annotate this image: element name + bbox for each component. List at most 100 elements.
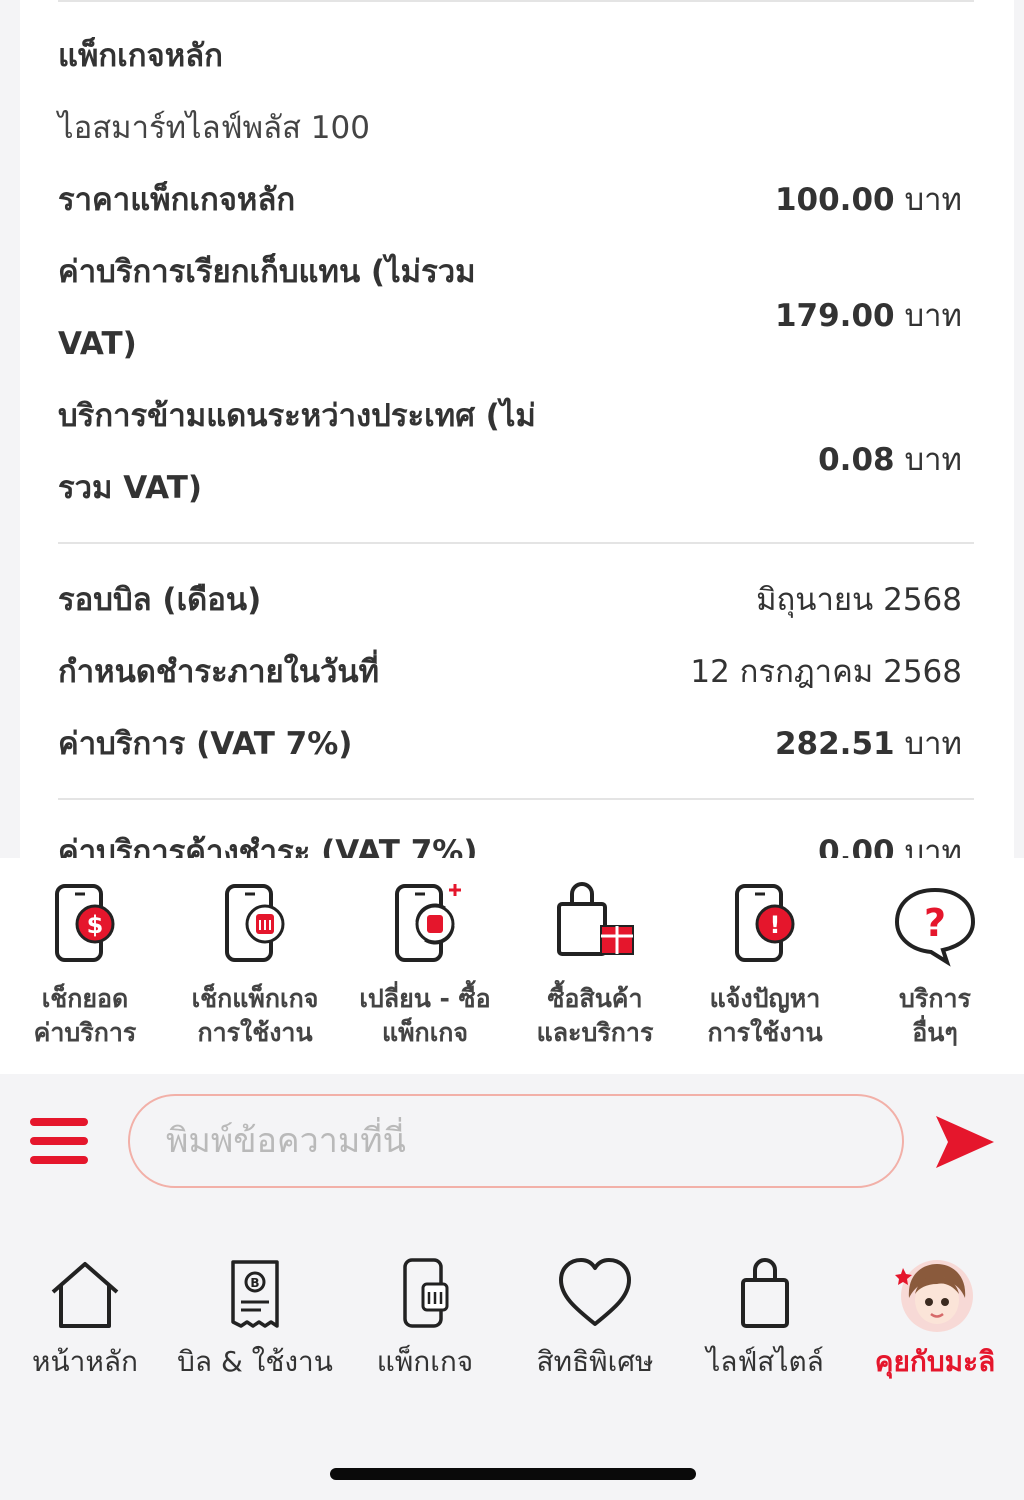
quick-check-package[interactable]: เช็กแพ็กเกจ การใช้งาน [170,858,340,1074]
quick-label: บริการ อื่นๆ [850,982,1020,1050]
chat-message-input[interactable] [128,1094,904,1188]
quick-label: เช็กยอด ค่าบริการ [0,982,170,1050]
billing-cycle-label: รอบบิล (เดือน) [58,582,262,618]
nav-package[interactable]: แพ็กเกจ [340,1244,510,1384]
svg-text:?: ? [924,901,946,945]
svg-text:$: $ [87,911,104,939]
quick-change-package[interactable]: เปลี่ยน - ซื้อ แพ็กเกจ [340,858,510,1074]
label-line1: ค่าบริการเรียกเก็บแทน (ไม่รวม [58,254,476,290]
hamburger-line [30,1156,88,1164]
home-indicator [330,1468,696,1480]
unit: บาท [904,726,962,762]
label-line1: แจ้งปัญหา [709,984,821,1013]
hamburger-line [30,1137,88,1145]
quick-label: แจ้งปัญหา การใช้งาน [680,982,850,1050]
due-date-value: 12 กรกฎาคม 2568 [690,654,962,690]
label-line2: รวม VAT) [58,470,203,506]
due-date-row: กำหนดชำระภายในวันที่ 12 กรกฎาคม 2568 [58,636,962,708]
home-icon [51,1262,119,1328]
quick-label: ซื้อสินค้า และบริการ [510,982,680,1050]
main-package-price-row: ราคาแพ็กเกจหลัก 100.00 บาท [58,164,962,236]
nav-label: หน้าหลัก [32,1345,138,1378]
nav-label: แพ็กเกจ [376,1345,474,1378]
billing-cycle-value: มิถุนายน 2568 [756,582,962,618]
nav-label: บิล & ใช้งาน [177,1345,333,1378]
unit: บาท [904,182,962,218]
billing-on-behalf-label: ค่าบริการเรียกเก็บแทน (ไม่รวม VAT) [58,236,618,380]
hamburger-line [30,1118,88,1126]
billing-on-behalf-value: 179.00 บาท [775,290,962,340]
divider [58,0,974,2]
divider [58,542,974,544]
label-line2: แพ็กเกจ [381,1018,469,1047]
quick-report-problem[interactable]: ! แจ้งปัญหา การใช้งาน [680,858,850,1074]
nav-label: คุยกับมะลิ [874,1345,996,1378]
billing-cycle-row: รอบบิล (เดือน) มิถุนายน 2568 [58,564,962,636]
outstanding-row: ค่าบริการค้างชำระ (VAT 7%) 0.00 บาท [58,816,962,858]
svg-text:B: B [250,1276,259,1290]
bottom-navigation: หน้าหลัก B บิล & ใช้งาน แพ็กเกจ สิทธิพิเ… [0,1214,1024,1500]
mali-avatar-icon [895,1260,973,1332]
send-icon[interactable] [932,1112,996,1172]
shopping-bag-gift-icon [557,882,634,956]
bag-icon [741,1258,789,1328]
main-package-name: ไอสมาร์ทไลฟ์พลัส 100 [58,110,370,146]
nav-lifestyle[interactable]: ไลฟ์สไตล์ [680,1244,850,1384]
service-charge-label: ค่าบริการ (VAT 7%) [58,726,353,762]
phone-bill-icon: $ [55,884,115,962]
amount: 100.00 [774,182,895,218]
label-line1: เปลี่ยน - ซื้อ [359,984,491,1013]
label-line1: บริการ [899,984,971,1013]
chat-input-bar [0,1074,1024,1214]
label-line1: บริการข้ามแดนระหว่างประเทศ (ไม่ [58,398,536,434]
label-line1: ซื้อสินค้า [547,984,643,1013]
amount: 282.51 [774,726,895,762]
amount: 0.08 [818,442,895,478]
quick-buy-products[interactable]: ซื้อสินค้า และบริการ [510,858,680,1074]
service-charge-value: 282.51 บาท [775,708,962,780]
label-line1: เช็กแพ็กเกจ [191,984,319,1013]
label-line2: ค่าบริการ [33,1018,137,1047]
svg-text:!: ! [770,911,781,939]
nav-chat-mali[interactable]: คุยกับมะลิ [850,1244,1020,1384]
international-roaming-value: 0.08 บาท [818,434,962,484]
nav-bill-usage[interactable]: B บิล & ใช้งาน [170,1244,340,1384]
question-bubble-icon: ? [894,887,976,967]
label-line2: การใช้งาน [707,1018,823,1047]
main-package-price-label: ราคาแพ็กเกจหลัก [58,182,296,218]
outstanding-value: 0.00 บาท [818,816,962,858]
unit: บาท [904,298,962,334]
divider [58,798,974,800]
international-roaming-label: บริการข้ามแดนระหว่างประเทศ (ไม่ รวม VAT) [58,380,658,524]
phone-change-package-icon [395,884,461,962]
quick-menu: $ เช็กยอด ค่าบริการ เช็กแพ็กเกจ การใช้งา… [0,858,1024,1074]
nav-label: ไลฟ์สไตล์ [706,1345,824,1378]
phone-sim-icon [225,884,285,962]
bill-receipt-icon: B [231,1260,279,1328]
label-line2: และบริการ [536,1018,654,1047]
quick-other-services[interactable]: ? บริการ อื่นๆ [850,858,1020,1074]
quick-label: เช็กแพ็กเกจ การใช้งาน [170,982,340,1050]
amount: 0.00 [818,834,895,858]
due-date-label: กำหนดชำระภายในวันที่ [58,654,380,690]
amount: 179.00 [774,298,895,334]
unit: บาท [904,834,962,858]
phone-package-icon [403,1258,449,1328]
label-line2: อื่นๆ [912,1018,958,1047]
nav-privileges[interactable]: สิทธิพิเศษ [510,1244,680,1384]
label-line1: เช็กยอด [41,984,129,1013]
label-line2: VAT) [58,326,137,362]
service-charge-row: ค่าบริการ (VAT 7%) 282.51 บาท [58,708,962,780]
quick-check-bill[interactable]: $ เช็กยอด ค่าบริการ [0,858,170,1074]
hamburger-menu-button[interactable] [30,1116,88,1166]
main-package-heading: แพ็กเกจหลัก [58,38,223,74]
phone-alert-icon: ! [735,884,795,962]
label-line2: การใช้งาน [197,1018,313,1047]
bill-detail-card: แพ็กเกจหลัก ไอสมาร์ทไลฟ์พลัส 100 ราคาแพ็… [20,0,1014,858]
nav-label: สิทธิพิเศษ [536,1345,654,1378]
quick-label: เปลี่ยน - ซื้อ แพ็กเกจ [340,982,510,1050]
unit: บาท [904,442,962,478]
nav-home[interactable]: หน้าหลัก [0,1244,170,1384]
main-package-price-value: 100.00 บาท [775,164,962,236]
outstanding-label: ค่าบริการค้างชำระ (VAT 7%) [58,834,478,858]
